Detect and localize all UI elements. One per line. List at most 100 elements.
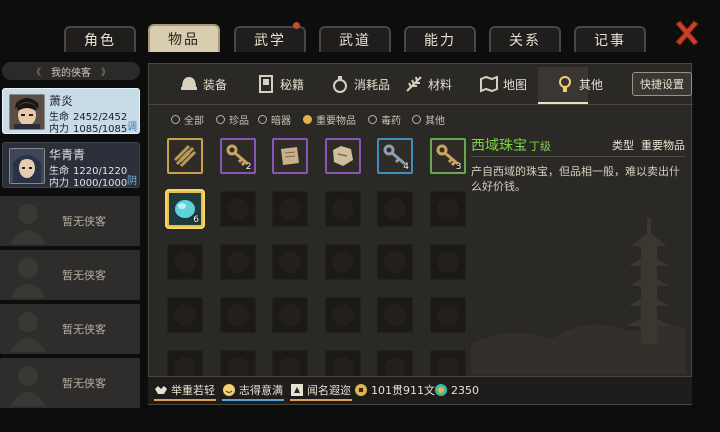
empty-item-slot[interactable]: [377, 191, 413, 227]
trait-fame[interactable]: 闻名遐迩: [290, 381, 351, 399]
radio-icon: [171, 114, 180, 124]
filter-treasures[interactable]: 珍品: [216, 112, 249, 127]
empty-item-slot[interactable]: [219, 244, 256, 280]
tab-martial-arts[interactable]: 武学: [234, 22, 306, 52]
empty-slot-label: 暂无侠客: [62, 215, 106, 228]
empty-item-slot[interactable]: [324, 297, 361, 333]
empty-hero-slot[interactable]: 暂无侠客: [0, 358, 140, 408]
empty-item-slot[interactable]: [272, 191, 308, 227]
item-name: 西域珠宝 丁级: [471, 135, 551, 155]
trait-strength[interactable]: 举重若轻: [154, 381, 215, 399]
letter-icon: [281, 147, 299, 165]
tab-journal[interactable]: 记事: [574, 26, 646, 52]
item-grade: 丁级: [529, 140, 551, 153]
tab-items[interactable]: 物品: [148, 24, 220, 52]
tab-label: 角色: [84, 33, 116, 49]
empty-hero-slot[interactable]: 暂无侠客: [0, 196, 140, 246]
category-maps[interactable]: 地图: [479, 72, 527, 96]
category-label: 秘籍: [280, 77, 305, 92]
empty-item-slot[interactable]: [429, 244, 466, 280]
empty-item-slot[interactable]: [377, 297, 413, 333]
party-header-label: 我的侠客: [51, 67, 91, 79]
trait-bar: [290, 399, 352, 401]
lamp-icon: [555, 74, 575, 94]
category-manuals[interactable]: 秘籍: [256, 72, 304, 96]
filter-poisons[interactable]: 毒药: [368, 112, 401, 127]
hero-portrait: [9, 94, 45, 130]
item-slot-key[interactable]: 2: [219, 138, 256, 174]
empty-item-slot[interactable]: [377, 244, 413, 280]
gem-icon: [435, 384, 447, 396]
item-quantity: 4: [403, 162, 409, 172]
category-label: 材料: [428, 77, 453, 92]
quick-settings-button[interactable]: 快捷设置: [632, 72, 692, 96]
tab-relations[interactable]: 关系: [489, 26, 561, 52]
empty-item-slot[interactable]: [167, 244, 203, 280]
radio-icon: [216, 114, 225, 124]
mp-value: 1000/1000: [73, 178, 128, 189]
empty-item-slot[interactable]: [429, 191, 466, 227]
map-icon: [479, 74, 499, 94]
trait-label: 闻名遐迩: [307, 384, 351, 397]
hero-name: 华青青: [49, 148, 86, 162]
item-slot-letter[interactable]: [272, 138, 308, 174]
tab-abilities[interactable]: 能力: [404, 26, 476, 52]
tab-martial-way[interactable]: 武道: [319, 26, 391, 52]
empty-item-slot[interactable]: [429, 297, 466, 333]
empty-item-slot[interactable]: [272, 297, 308, 333]
mp-label: 内力: [49, 124, 69, 135]
empty-item-slot[interactable]: [324, 244, 361, 280]
filter-key-items[interactable]: 重要物品: [303, 112, 356, 127]
item-slot-jewel[interactable]: 6: [167, 191, 203, 227]
item-description: 产自西域的珠宝，但品相一般，难以卖出什么好价钱。: [471, 165, 680, 193]
money-value: 101贯911文: [371, 384, 435, 397]
empty-slot-label: 暂无侠客: [62, 377, 106, 390]
tab-label: 能力: [424, 33, 456, 49]
gems: 2350: [434, 381, 479, 399]
gems-value: 2350: [451, 383, 479, 397]
empty-item-slot[interactable]: [167, 297, 203, 333]
filter-label: 重要物品: [316, 115, 356, 127]
hero-card-selected[interactable]: 萧炎 生命 2452/2452 内力 1085/1085 调: [2, 88, 140, 135]
empty-item-slot[interactable]: [324, 191, 361, 227]
empty-item-slot[interactable]: [219, 191, 256, 227]
category-consumables[interactable]: 消耗品: [330, 72, 390, 96]
item-slot-bronze-key[interactable]: 3: [429, 138, 466, 174]
trait-mood[interactable]: 志得意满: [222, 381, 283, 399]
empty-hero-slot[interactable]: 暂无侠客: [0, 250, 140, 300]
close-icon[interactable]: [672, 18, 702, 48]
chevron-left-icon[interactable]: 《: [32, 65, 41, 78]
empty-item-slot[interactable]: [272, 244, 308, 280]
filter-hidden-weapons[interactable]: 暗器: [258, 112, 291, 127]
pagoda-backdrop-image: [471, 218, 685, 374]
fame-icon: [291, 384, 303, 396]
item-quantity: 3: [455, 162, 462, 172]
strength-icon: [155, 386, 167, 394]
tab-character[interactable]: 角色: [64, 26, 136, 52]
chevron-right-icon[interactable]: 》: [101, 65, 110, 78]
item-name-text: 西域珠宝: [471, 138, 527, 154]
category-other[interactable]: 其他: [555, 72, 603, 96]
hero-card[interactable]: 华青青 生命 1220/1220 内力 1000/1000 阴: [2, 142, 140, 189]
category-label: 地图: [503, 77, 528, 92]
empty-hero-slot[interactable]: 暂无侠客: [0, 304, 140, 354]
coin-icon: [355, 384, 367, 396]
party-header: 《 我的侠客 》: [2, 62, 140, 80]
silhouette-icon: [10, 258, 46, 298]
filter-other[interactable]: 其他: [412, 112, 445, 127]
filter-label: 全部: [184, 115, 204, 127]
radio-icon: [368, 114, 377, 124]
empty-slot-label: 暂无侠客: [62, 323, 106, 336]
hero-portrait: [9, 148, 45, 184]
item-slot-scroll-bundle[interactable]: [167, 138, 203, 174]
status-bar: 举重若轻 志得意满 闻名遐迩 101贯911文 2350: [148, 376, 692, 404]
hero-tag: 阴: [127, 176, 137, 187]
book-icon: [256, 74, 276, 94]
item-slot-map-scrap[interactable]: [324, 138, 361, 174]
category-materials[interactable]: 材料: [404, 72, 452, 96]
radio-icon: [412, 114, 421, 124]
filter-all[interactable]: 全部: [171, 112, 204, 127]
item-slot-iron-key[interactable]: 4: [377, 138, 413, 174]
empty-item-slot[interactable]: [219, 297, 256, 333]
category-equipment[interactable]: 装备: [179, 72, 227, 96]
